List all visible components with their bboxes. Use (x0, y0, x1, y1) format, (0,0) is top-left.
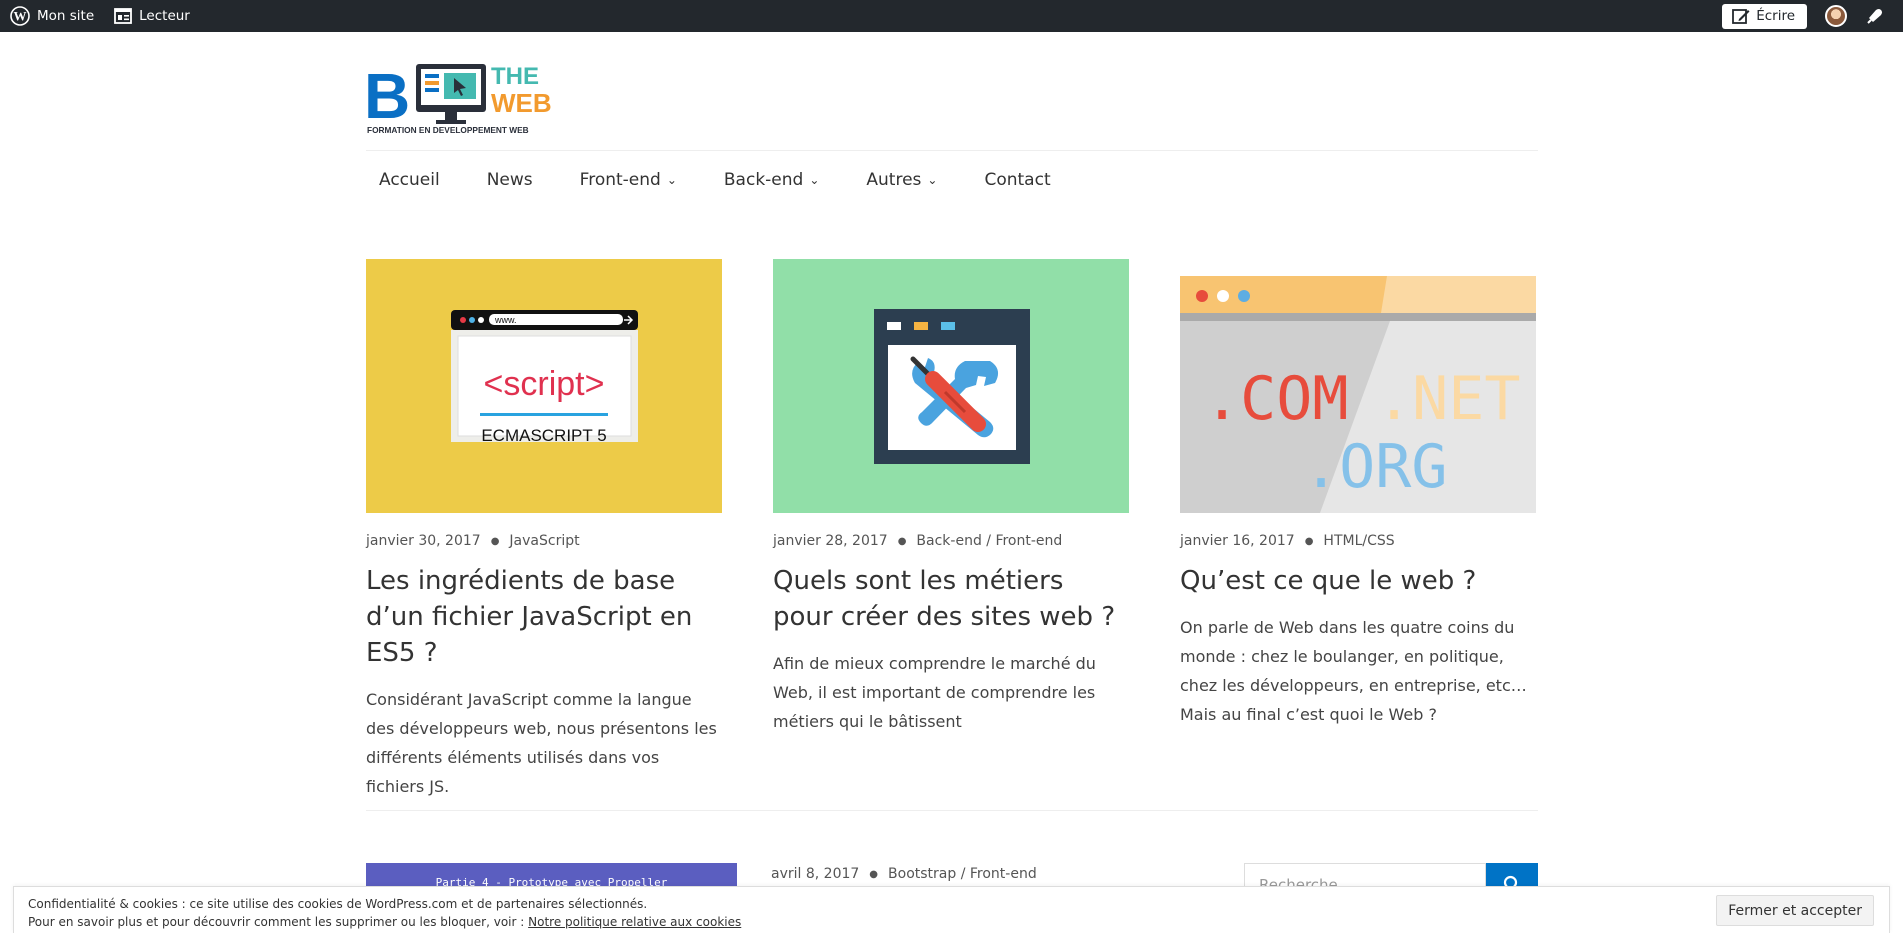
post-category[interactable]: JavaScript (509, 533, 579, 549)
logo-line1: THE (491, 63, 539, 90)
post-card: janvier 28, 2017 ● Back-end / Front-end … (773, 259, 1129, 736)
site-logo[interactable]: B THE WEB FORMATION EN DEVELOPPEMENT WEB (364, 60, 558, 136)
avatar[interactable] (1825, 5, 1847, 27)
logo-tagline: FORMATION EN DEVELOPPEMENT WEB (367, 125, 529, 135)
post-category[interactable]: Back-end / Front-end (916, 533, 1062, 549)
content-divider (366, 810, 1538, 811)
admin-bar: W Mon site Lecteur Écrire (0, 0, 1903, 32)
nav-label: Autres (866, 170, 922, 190)
chevron-down-icon: ⌄ (666, 173, 677, 187)
post-meta: avril 8, 2017 ● Bootstrap / Front-end (771, 866, 1037, 882)
cookie-policy-link[interactable]: Notre politique relative aux cookies (528, 915, 741, 929)
nav-item-back-end[interactable]: Back-end ⌄ (711, 170, 833, 190)
my-site-link[interactable]: W Mon site (0, 0, 104, 32)
post-title[interactable]: Qu’est ce que le web ? (1180, 563, 1536, 599)
pencil-icon (1732, 9, 1750, 24)
nav-item-news[interactable]: News (474, 170, 546, 190)
thumb-caption: ECMASCRIPT 5 (481, 426, 606, 445)
post-excerpt: On parle de Web dans les quatre coins du… (1180, 618, 1527, 724)
reader-link[interactable]: Lecteur (104, 0, 200, 32)
post-meta: janvier 16, 2017 ● HTML/CSS (1180, 533, 1536, 549)
cookie-banner: Confidentialité & cookies : ce site util… (13, 886, 1890, 933)
nav-label: Back-end (723, 170, 804, 190)
chevron-down-icon: ⌄ (927, 173, 938, 187)
tld-org: .ORG (1303, 432, 1448, 502)
notifications-bell-icon[interactable] (1865, 6, 1885, 26)
nav-item-autres[interactable]: Autres ⌄ (853, 170, 950, 190)
chevron-down-icon: ⌄ (809, 173, 820, 187)
bullet-icon: ● (869, 868, 879, 880)
logo-line2: WEB (491, 88, 552, 118)
post-title[interactable]: Les ingrédients de base d’un fichier Jav… (366, 563, 722, 671)
main-nav: Accueil News Front-end ⌄ Back-end ⌄ Autres… (366, 166, 1085, 194)
logo-letter: B (366, 60, 410, 132)
post-date[interactable]: avril 8, 2017 (771, 866, 859, 882)
post-thumbnail[interactable]: www. <script> ECMASCRIPT 5 (366, 259, 722, 513)
post-thumbnail[interactable]: .COM .NET .ORG (1180, 259, 1536, 513)
wordpress-icon: W (10, 6, 30, 26)
nav-item-contact[interactable]: Contact (971, 170, 1063, 190)
post-date[interactable]: janvier 16, 2017 (1180, 533, 1295, 549)
tld-com: .COM (1204, 364, 1349, 434)
post-meta: janvier 28, 2017 ● Back-end / Front-end (773, 533, 1129, 549)
nav-label: News (486, 170, 533, 190)
reader-icon (114, 8, 133, 24)
nav-item-accueil[interactable]: Accueil (366, 170, 453, 190)
post-card: .COM .NET .ORG janvier 16, 2017 ● HTML/C… (1180, 259, 1536, 729)
my-site-label: Mon site (37, 8, 95, 24)
cookie-line2: Pour en savoir plus et pour découvrir co… (28, 915, 529, 929)
bullet-icon: ● (1304, 535, 1314, 547)
logo-monitor-icon (416, 64, 486, 124)
nav-item-front-end[interactable]: Front-end ⌄ (567, 170, 690, 190)
cookie-text: Confidentialité & cookies : ce site util… (28, 895, 741, 931)
code-text: <script> (484, 365, 605, 403)
reader-label: Lecteur (139, 8, 190, 24)
post-date[interactable]: janvier 28, 2017 (773, 533, 888, 549)
close-accept-button[interactable]: Fermer et accepter (1716, 895, 1874, 926)
svg-text:W: W (14, 9, 27, 24)
bullet-icon: ● (490, 535, 500, 547)
browser-url: www. (494, 315, 517, 325)
post-category[interactable]: Bootstrap / Front-end (888, 866, 1037, 882)
nav-label: Contact (984, 170, 1051, 190)
post-date[interactable]: janvier 30, 2017 (366, 533, 481, 549)
write-label: Écrire (1756, 8, 1795, 24)
bullet-icon: ● (897, 535, 907, 547)
nav-label: Accueil (379, 170, 440, 190)
post-thumbnail[interactable] (773, 259, 1129, 513)
write-button[interactable]: Écrire (1722, 3, 1807, 29)
cookie-line2-wrap: Pour en savoir plus et pour découvrir co… (28, 913, 741, 931)
post-title[interactable]: Quels sont les métiers pour créer des si… (773, 563, 1129, 635)
header-divider (366, 150, 1538, 151)
post-excerpt: Afin de mieux comprendre le marché du We… (773, 654, 1096, 731)
post-meta: janvier 30, 2017 ● JavaScript (366, 533, 722, 549)
post-category[interactable]: HTML/CSS (1323, 533, 1394, 549)
post-excerpt: Considérant JavaScript comme la langue d… (366, 690, 717, 796)
tld-net: .NET (1376, 364, 1521, 434)
nav-label: Front-end (579, 170, 661, 190)
post-card: www. <script> ECMASCRIPT 5 janvier 30, 2… (366, 259, 722, 801)
cookie-line1: Confidentialité & cookies : ce site util… (28, 897, 648, 911)
